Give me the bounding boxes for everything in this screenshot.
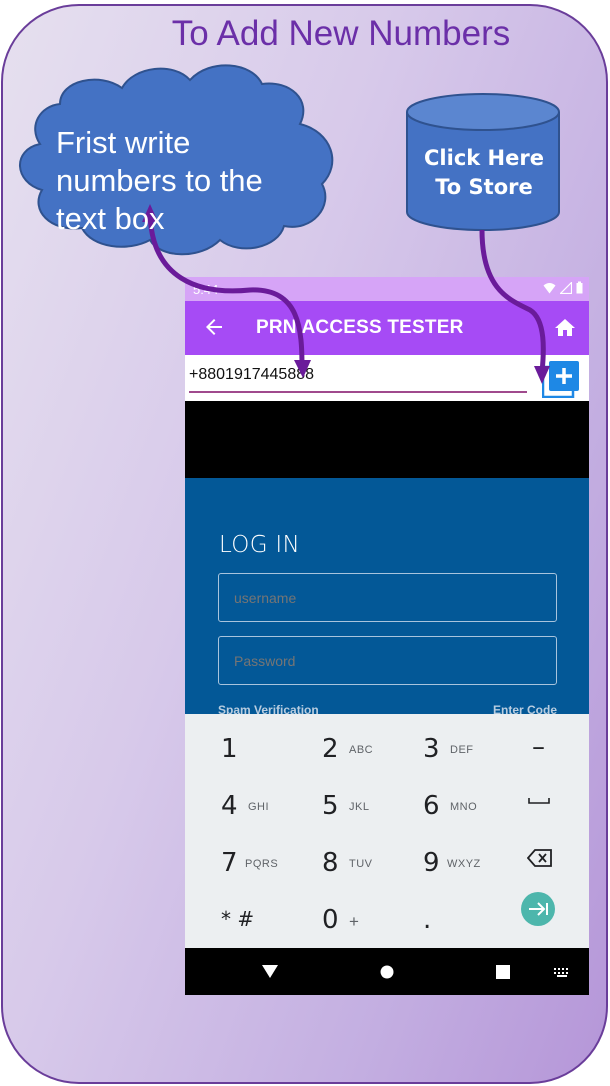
status-bar: 5:44 [185,277,589,301]
username-field[interactable] [218,573,557,622]
key-9[interactable]: 9 WXYZ [387,828,488,885]
key-letters: PQRS [245,858,279,870]
phone-screen: 5:44 PRN ACCESS TESTER LOG IN Spam Verif… [185,277,589,995]
key-symbol: – [532,732,545,762]
key-letters: WXYZ [447,858,481,870]
add-box-icon[interactable] [542,360,580,398]
key-star-hash[interactable]: * # [185,885,286,942]
wifi-icon [543,282,556,293]
key-digit: 9 [423,848,440,878]
key-digit: 8 [322,848,339,878]
key-dot[interactable]: . [387,885,488,942]
password-field[interactable] [218,636,557,685]
key-letters: GHI [248,801,270,813]
key-0[interactable]: 0 + [286,885,387,942]
status-time: 5:44 [193,282,219,297]
key-digit: * # [221,907,255,931]
nav-home-icon[interactable] [380,965,394,979]
cylinder-callout-text: Click Here To Store [408,144,560,202]
enter-code-label: Enter Code [492,703,557,714]
key-letters: DEF [450,744,474,756]
key-8[interactable]: 8 TUV [286,828,387,885]
key-digit: . [423,905,432,935]
key-digit: 0 [322,905,339,935]
key-digit: 6 [423,791,440,821]
key-digit: 7 [221,848,238,878]
key-5[interactable]: 5 JKL [286,771,387,828]
cylinder-line: To Store [435,175,533,199]
app-bar: PRN ACCESS TESTER [185,301,589,355]
number-input-row [185,355,589,401]
arrow-back-icon[interactable] [202,315,226,339]
key-4[interactable]: 4 GHI [185,771,286,828]
key-space[interactable] [488,771,589,828]
key-1[interactable]: 1 [185,714,286,771]
key-6[interactable]: 6 MNO [387,771,488,828]
key-backspace[interactable] [488,828,589,885]
login-heading: LOG IN [219,532,301,558]
key-next[interactable] [488,885,589,942]
cloud-callout-text: Frist write numbers to the text box [56,124,306,238]
phone-number-input[interactable] [189,365,527,385]
nav-back-icon[interactable] [262,965,278,979]
headline: To Add New Numbers [171,14,511,53]
signal-icon [560,281,572,294]
backspace-icon [527,849,552,867]
key-dash[interactable]: – [488,714,589,771]
status-icons [543,281,583,294]
key-2[interactable]: 2 ABC [286,714,387,771]
key-letters: TUV [349,858,373,870]
key-digit: 1 [221,734,238,764]
black-banner [185,401,589,478]
key-letters: JKL [349,801,370,813]
key-letters: + [349,912,360,931]
keyboard-switch-icon[interactable] [554,968,570,977]
cloud-line: text box [56,201,165,236]
next-icon [521,892,555,926]
home-icon[interactable] [553,316,577,340]
web-login-panel: LOG IN Spam Verification Enter Code [185,478,589,714]
key-letters: ABC [349,744,374,756]
key-letters: MNO [450,801,478,813]
space-icon [528,798,550,804]
battery-icon [576,281,583,294]
spam-verification-label: Spam Verification [218,703,319,714]
key-digit: 5 [322,791,339,821]
numeric-keypad: 1 2 ABC 3 DEF – 4 GHI 5 JKL 6 MNO 7 PQRS 8 TUV … [185,714,589,948]
key-digit: 3 [423,734,440,764]
nav-recents-icon[interactable] [496,965,510,979]
input-underline [189,391,527,393]
cloud-line: Frist write [56,125,191,160]
key-3[interactable]: 3 DEF [387,714,488,771]
app-title: PRN ACCESS TESTER [256,317,464,338]
key-digit: 2 [322,734,339,764]
cloud-line: numbers to the [56,163,263,198]
cylinder-line: Click Here [424,146,544,170]
key-7[interactable]: 7 PQRS [185,828,286,885]
system-nav-bar [185,948,589,995]
key-digit: 4 [221,791,238,821]
